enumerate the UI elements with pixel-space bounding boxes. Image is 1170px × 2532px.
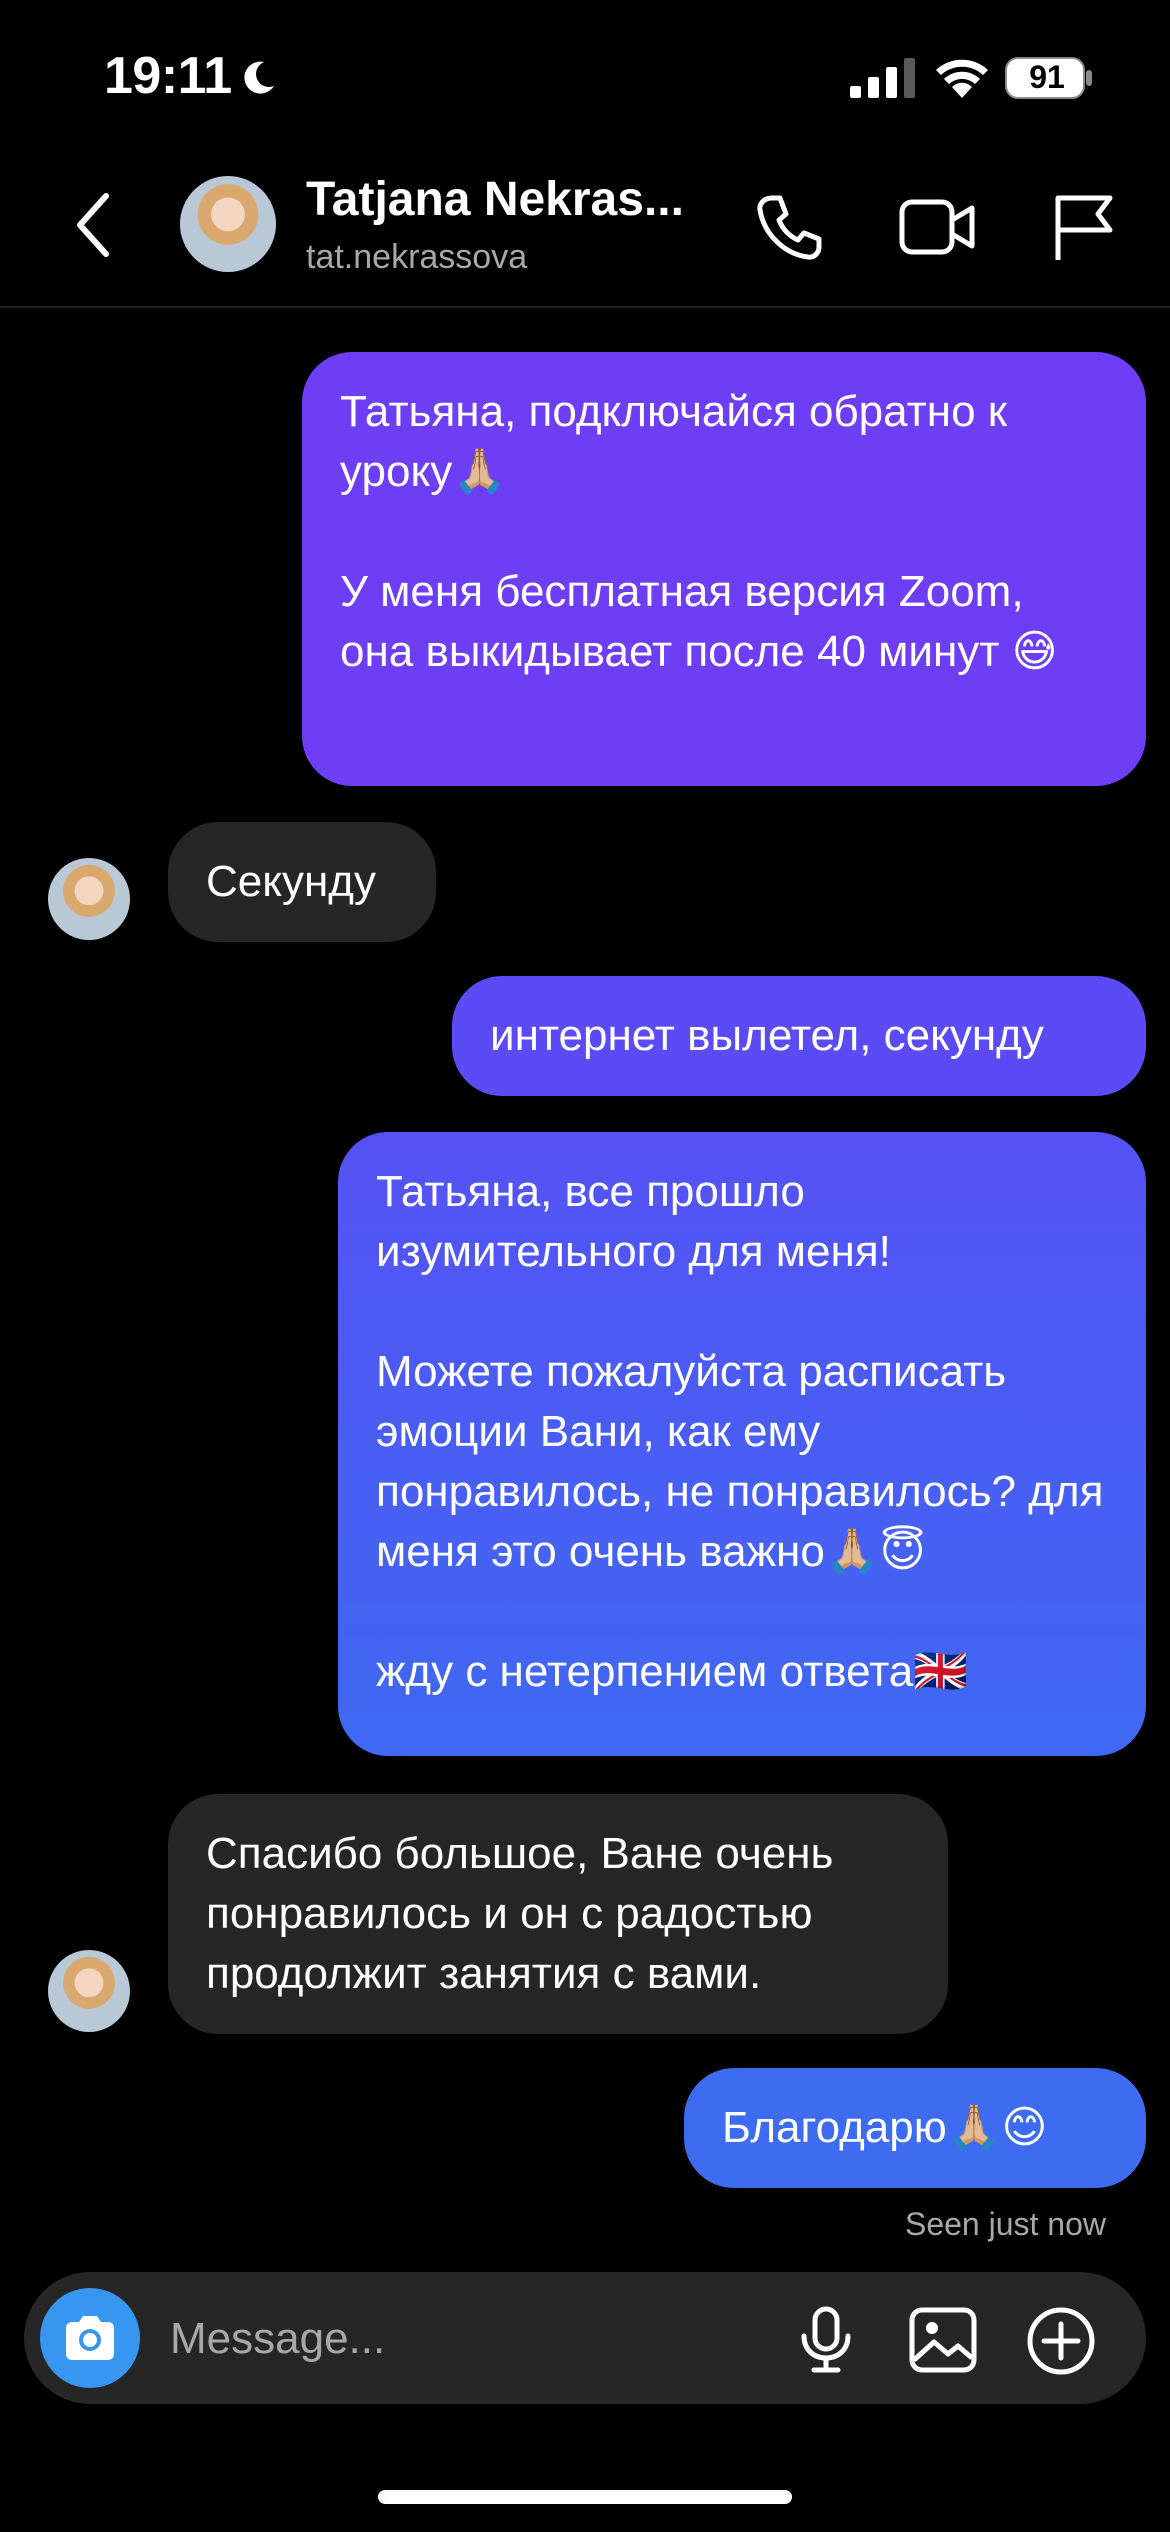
message-sent[interactable]: Татьяна, все прошло изумительного для ме… <box>338 1132 1146 1756</box>
video-icon[interactable] <box>898 190 978 264</box>
message-received[interactable]: Секунду <box>168 822 436 942</box>
battery-level: 91 <box>1029 59 1065 95</box>
home-indicator[interactable] <box>378 2490 792 2504</box>
avatar[interactable] <box>48 1950 130 2032</box>
plus-circle-icon[interactable] <box>1026 2306 1096 2376</box>
wifi-icon <box>936 59 988 98</box>
flag-icon[interactable] <box>1050 190 1120 264</box>
microphone-icon[interactable] <box>796 2306 856 2374</box>
message-input[interactable] <box>168 2306 772 2372</box>
gallery-icon[interactable] <box>908 2306 978 2374</box>
chat-header: Tatjana Nekras... tat.nekrassova <box>0 150 1170 308</box>
message-sent[interactable]: Татьяна, подключайся обратно к уроку🙏🏼 У… <box>302 352 1146 786</box>
back-chevron-icon[interactable] <box>72 190 112 260</box>
message-composer <box>24 2272 1146 2404</box>
message-sent[interactable]: интернет вылетел, секунду <box>452 976 1146 1096</box>
signal-icon <box>850 58 915 98</box>
camera-icon <box>66 2316 114 2360</box>
contact-username[interactable]: tat.nekrassova <box>306 238 527 277</box>
status-bar: 19:11 91 <box>0 0 1170 150</box>
avatar[interactable] <box>48 858 130 940</box>
avatar[interactable] <box>180 176 276 272</box>
message-received[interactable]: Спасибо большое, Ване очень понравилось … <box>168 1794 948 2034</box>
message-sent[interactable]: Благодарю🙏🏼😊 <box>684 2068 1146 2188</box>
seen-status: Seen just now <box>904 2206 1106 2242</box>
moon-icon <box>244 61 274 94</box>
status-time: 19:11 <box>104 47 232 105</box>
camera-button[interactable] <box>40 2288 140 2388</box>
contact-name[interactable]: Tatjana Nekras... <box>306 172 684 227</box>
phone-icon[interactable] <box>752 190 826 264</box>
